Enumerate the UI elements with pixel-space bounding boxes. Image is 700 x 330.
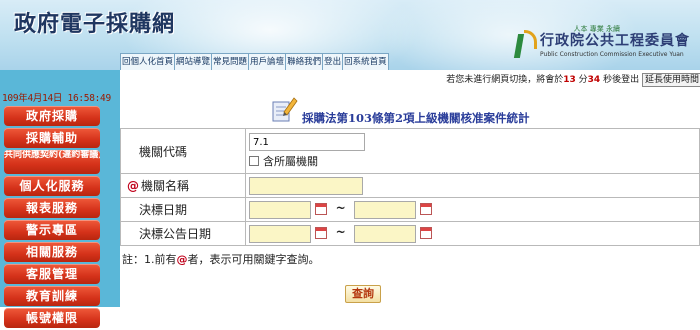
sidebar-item-procurement-assist[interactable]: 採購輔助 xyxy=(4,128,100,148)
form-note: 註：1.前有@者，表示可用關鍵字查詢。 xyxy=(122,251,320,267)
session-text: 若您未進行網頁切換，將會於 xyxy=(446,75,564,85)
sidebar-item-alert-zone[interactable]: 警示專區 xyxy=(4,220,100,240)
tab-personal-home[interactable]: 回個人化首頁 xyxy=(120,53,176,70)
award-date-start-input[interactable] xyxy=(249,200,311,219)
agency-code-label: 機關代碼 xyxy=(120,128,246,174)
site-header: 政府電子採購網 人本 專業 永續 行政院公共工程委員會 Public Const… xyxy=(0,0,700,70)
calendar-icon[interactable] xyxy=(420,226,433,239)
award-notice-date-cell: ~ xyxy=(245,221,700,246)
session-sec-unit: 秒 xyxy=(603,75,613,85)
keyword-mark: @ xyxy=(127,179,139,193)
document-edit-icon xyxy=(272,97,298,122)
sidebar-item-report-service[interactable]: 報表服務 xyxy=(4,198,100,218)
session-timer: 若您未進行網頁切換，將會於13 分34 秒後登出 延長使用時間 xyxy=(446,72,700,87)
session-min-unit: 分 xyxy=(578,75,588,85)
include-sub-agencies-checkbox[interactable] xyxy=(249,156,259,166)
note-prefix: 註：1.前有 xyxy=(122,253,177,266)
award-notice-date-start-input[interactable] xyxy=(249,224,311,243)
current-datetime: 109年4月14日 16:58:49 xyxy=(2,93,111,104)
tab-system-home[interactable]: 回系統首頁 xyxy=(342,53,389,70)
award-notice-date-end-input[interactable] xyxy=(354,224,417,243)
award-date-cell: ~ xyxy=(245,197,700,222)
tab-user-forum[interactable]: 用戶論壇 xyxy=(248,53,287,70)
range-separator: ~ xyxy=(335,225,346,239)
include-sub-agencies-label: 含所屬機關 xyxy=(263,155,318,168)
tab-logout[interactable]: 登出 xyxy=(322,53,344,70)
top-nav-tabs: 回個人化首頁 網站導覽 常見問題 用戶論壇 聯絡我們 登出 回系統首頁 xyxy=(120,53,389,70)
tab-faq[interactable]: 常見問題 xyxy=(211,53,250,70)
session-seconds: 34 xyxy=(587,75,601,85)
session-bar: 若您未進行網頁切換，將會於13 分34 秒後登出 延長使用時間 xyxy=(120,70,700,88)
sidebar-item-personal-service[interactable]: 個人化服務 xyxy=(4,176,100,196)
calendar-icon[interactable] xyxy=(420,202,433,215)
sidebar-item-training[interactable]: 教育訓練 xyxy=(4,286,100,306)
note-suffix: 者，表示可用關鍵字查詢。 xyxy=(187,253,320,266)
range-separator: ~ xyxy=(335,201,346,215)
sidebar-item-related-service[interactable]: 相關服務 xyxy=(4,242,100,262)
sidebar-item-customer-service[interactable]: 客服管理 xyxy=(4,264,100,284)
extend-session-button[interactable]: 延長使用時間 xyxy=(641,72,700,87)
search-form: 機關代碼 含所屬機關 @機關名稱 決標日期 ~ 決標公告日期 ~ xyxy=(120,128,700,246)
calendar-icon[interactable] xyxy=(314,202,327,215)
agency-english-name: Public Construction Commission Executive… xyxy=(540,51,684,58)
agency-name-cell xyxy=(245,173,700,198)
agency-name-input[interactable] xyxy=(249,176,363,195)
site-title[interactable]: 政府電子採購網 xyxy=(14,6,175,38)
session-minutes: 13 xyxy=(563,75,576,85)
page-title: 採購法第103條第2項上級機關核准案件統計 xyxy=(302,111,530,125)
award-notice-date-label: 決標公告日期 xyxy=(120,221,246,246)
sidebar-item-common-supply-contract[interactable]: 共同供應契約(違約審議) xyxy=(4,150,100,174)
sidebar-item-gov-procurement[interactable]: 政府採購 xyxy=(4,106,100,126)
sidebar-menu: 政府採購 採購輔助 共同供應契約(違約審議) 個人化服務 報表服務 警示專區 相… xyxy=(4,106,100,330)
award-date-end-input[interactable] xyxy=(354,200,417,219)
query-button[interactable]: 查詢 xyxy=(345,285,381,303)
sidebar-item-account-permission[interactable]: 帳號權限 xyxy=(4,308,100,328)
agency-code-cell: 含所屬機關 xyxy=(245,128,700,174)
award-date-label: 決標日期 xyxy=(120,197,246,222)
note-mark: @ xyxy=(176,253,188,266)
sidebar: 109年4月14日 16:58:49 政府採購 採購輔助 共同供應契約(違約審議… xyxy=(0,70,120,328)
agency-name-label: @ 機關名稱 xyxy=(120,173,246,198)
agency-slogan: 人本 專業 永續 xyxy=(573,25,620,33)
session-suffix: 後登出 xyxy=(612,75,640,85)
agency-logo[interactable]: 人本 專業 永續 行政院公共工程委員會 Public Construction … xyxy=(513,25,690,60)
agency-code-input[interactable] xyxy=(249,133,365,151)
tab-site-map[interactable]: 網站導覽 xyxy=(174,53,213,70)
agency-emblem-icon xyxy=(513,30,537,60)
calendar-icon[interactable] xyxy=(314,226,327,239)
tab-contact-us[interactable]: 聯絡我們 xyxy=(285,53,324,70)
